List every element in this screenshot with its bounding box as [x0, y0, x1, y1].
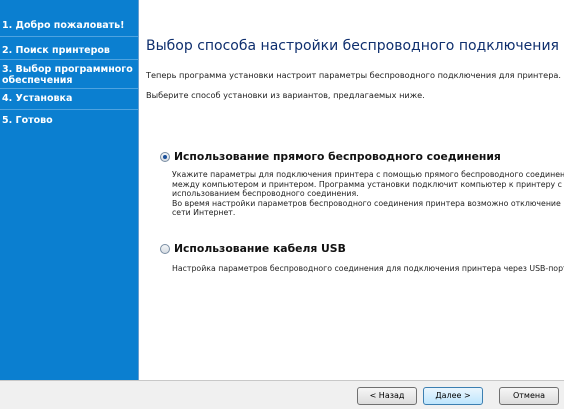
step-divider: [0, 109, 138, 110]
step-divider: [0, 36, 138, 37]
step-done: 5. Готово: [2, 115, 53, 126]
main-panel: Выбор способа настройки беспроводного по…: [139, 0, 564, 380]
wireless-direct-radio[interactable]: [160, 152, 170, 162]
step-software-selection: 3. Выбор программного обеспечения: [0, 64, 138, 86]
step-divider: [0, 88, 138, 89]
step-printer-search: 2. Поиск принтеров: [2, 45, 110, 56]
description-line: использованием беспроводного соединения.: [172, 189, 359, 199]
page-title: Выбор способа настройки беспроводного по…: [146, 38, 559, 54]
description-line: Укажите параметры для подключения принте…: [172, 170, 564, 179]
wireless-direct-label[interactable]: Использование прямого беспроводного соед…: [174, 150, 501, 163]
usb-cable-radio[interactable]: [160, 244, 170, 254]
usb-cable-label[interactable]: Использование кабеля USB: [174, 242, 346, 255]
step-software-line1: 3. Выбор программного: [2, 64, 133, 75]
usb-cable-description: Настройка параметров беспроводного соеди…: [172, 264, 564, 273]
step-welcome: 1. Добро пожаловать!: [2, 20, 125, 31]
next-button[interactable]: Далее >: [423, 387, 483, 405]
steps-sidebar: 1. Добро пожаловать! 2. Поиск принтеров …: [0, 0, 139, 380]
instruction-text: Выберите способ установки из вариантов, …: [146, 90, 425, 100]
step-divider: [0, 59, 138, 60]
step-software-line2: обеспечения: [2, 75, 73, 86]
wireless-direct-description: Укажите параметры для подключения принте…: [172, 170, 564, 218]
description-line: сети Интернет.: [172, 208, 236, 218]
description-line: между компьютером и принтером. Программа…: [172, 179, 562, 189]
back-button[interactable]: < Назад: [357, 387, 417, 405]
description-line: Во время настройки параметров беспроводн…: [172, 198, 561, 208]
step-install: 4. Установка: [2, 93, 73, 104]
intro-text: Теперь программа установки настроит пара…: [146, 70, 562, 80]
cancel-button[interactable]: Отмена: [499, 387, 559, 405]
